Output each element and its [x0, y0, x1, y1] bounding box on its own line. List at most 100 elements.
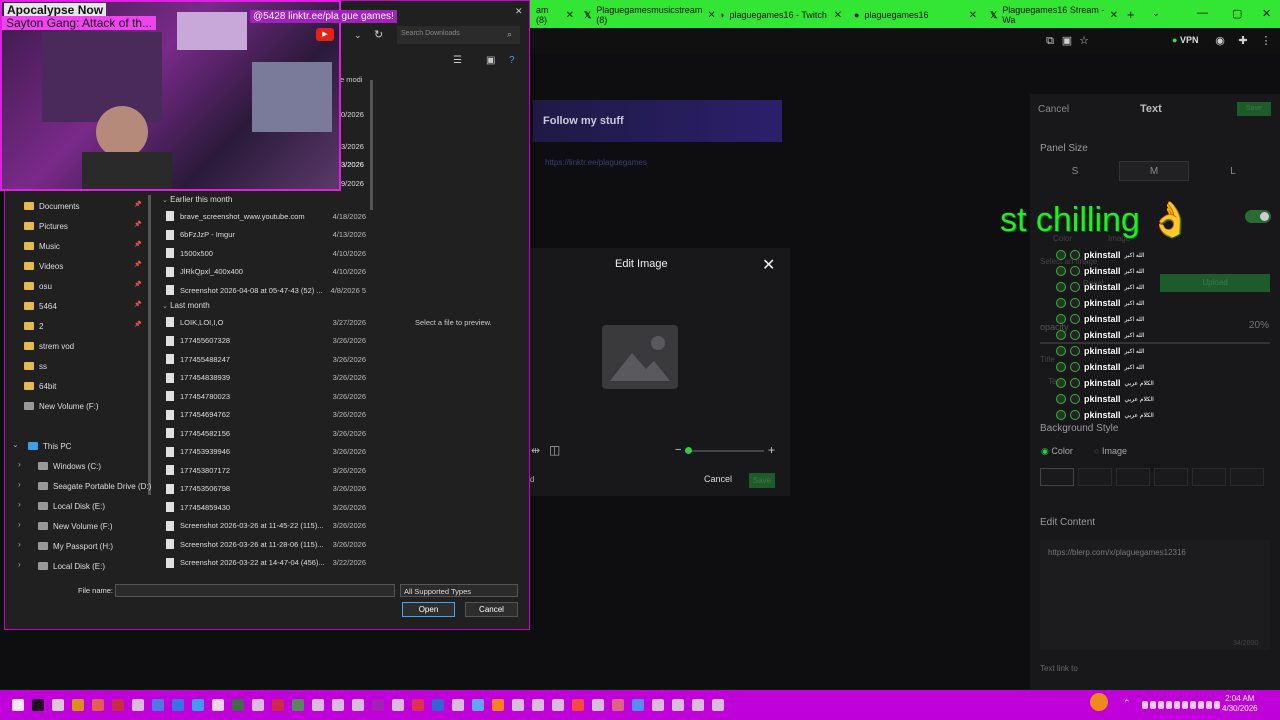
app-icon[interactable]	[692, 699, 704, 711]
file-row[interactable]: Screenshot 2026-03-22 at 14-47-04 (456).…	[166, 555, 366, 571]
size-s-button[interactable]: S	[1040, 161, 1110, 181]
file-type-select[interactable]: All Supported Types	[400, 584, 518, 597]
cancel-button[interactable]: Cancel	[465, 602, 518, 617]
steam-icon[interactable]	[252, 699, 264, 711]
nav-item[interactable]: Local Disk (E:)	[38, 558, 105, 574]
app-icon[interactable]	[352, 699, 364, 711]
dropdown-chevron-icon[interactable]: ⌄	[354, 30, 362, 41]
close-icon[interactable]: ✕	[969, 10, 977, 21]
color-swatch-selected[interactable]	[1040, 468, 1074, 486]
bg-image-radio[interactable]: ○ Image	[1094, 446, 1127, 456]
spotify-icon[interactable]	[232, 699, 244, 711]
dialog-close-button[interactable]: ✕	[762, 255, 775, 275]
bookmark-star-icon[interactable]: ☆	[1077, 34, 1091, 48]
file-row[interactable]: 177454694762 3/26/2026	[166, 407, 366, 423]
file-row[interactable]: 177455607328 3/26/2026	[166, 333, 366, 349]
battery-icon[interactable]	[1214, 701, 1220, 709]
dialog-cancel-button[interactable]: Cancel	[704, 474, 738, 488]
wifi-icon[interactable]	[1198, 701, 1204, 709]
minimize-icon[interactable]: —	[1197, 7, 1208, 19]
maximize-icon[interactable]: ▢	[1232, 7, 1242, 20]
browser-tab-1[interactable]: am (8) ✕	[530, 4, 580, 26]
zoom-slider-knob[interactable]	[685, 447, 692, 454]
file-row[interactable]: 177453807172 3/26/2026	[166, 462, 366, 478]
preview-pane-icon[interactable]: ▣	[486, 55, 495, 66]
file-row[interactable]: 177454780023 3/26/2026	[166, 388, 366, 404]
speaker-icon[interactable]	[1206, 701, 1212, 709]
new-tab-button[interactable]: +	[1127, 7, 1135, 22]
nav-item[interactable]: Local Disk (E:)	[38, 498, 105, 514]
profile-icon[interactable]: ◉	[1213, 34, 1227, 48]
nav-item[interactable]: Pictures	[24, 218, 68, 234]
file-row[interactable]: 177454838939 3/26/2026	[166, 370, 366, 386]
nav-item[interactable]: My Passport (H:)	[38, 538, 113, 554]
nav-item[interactable]: Seagate Portable Drive (D:)	[38, 478, 151, 494]
file-group-header[interactable]: ⌄ Earlier this month	[162, 195, 232, 204]
nav-item[interactable]: Documents	[24, 198, 79, 214]
taskbar-clock[interactable]: 2:04 AM 4/30/2026	[1222, 694, 1258, 714]
app-icon[interactable]	[592, 699, 604, 711]
close-window-icon[interactable]: ✕	[1262, 7, 1271, 20]
nav-item[interactable]: osu	[24, 278, 52, 294]
color-swatch[interactable]	[1230, 468, 1264, 486]
file-explorer-icon[interactable]	[72, 699, 84, 711]
bg-color-radio[interactable]: ◉ Color	[1041, 446, 1073, 457]
upload-button[interactable]: Upload	[1160, 274, 1270, 292]
app-icon[interactable]	[712, 699, 724, 711]
browser-tab-4[interactable]: ● plaguegames16 ✕	[848, 4, 983, 26]
app-icon[interactable]	[652, 699, 664, 711]
expand-chevron-icon[interactable]: ⌄	[12, 440, 19, 449]
nav-item[interactable]: 2	[24, 318, 43, 334]
weather-widget-icon[interactable]	[1090, 693, 1108, 711]
zoom-in-button[interactable]: +	[768, 443, 775, 457]
file-row[interactable]: 177454582156 3/26/2026	[166, 425, 366, 441]
browser-tab-5[interactable]: 𝕏 Plaguegames16 Stream - Wa ✕	[984, 4, 1124, 26]
expand-chevron-icon[interactable]: ›	[18, 540, 21, 549]
view-options-icon[interactable]: ☰	[453, 55, 462, 66]
brave-icon[interactable]	[92, 699, 104, 711]
file-name-input[interactable]	[115, 584, 395, 597]
opera-icon[interactable]	[112, 699, 124, 711]
open-button[interactable]: Open	[402, 602, 455, 617]
app-icon[interactable]	[552, 699, 564, 711]
close-icon[interactable]: ✕	[566, 10, 574, 21]
flip-vertical-icon[interactable]: ◫	[549, 443, 560, 457]
nav-scrollbar[interactable]	[148, 195, 151, 495]
app-icon[interactable]	[1182, 701, 1188, 709]
file-row[interactable]: LOIK,LOI,I,O 3/27/2026	[166, 314, 366, 330]
music-icon[interactable]	[412, 699, 424, 711]
follow-link[interactable]: https://linktr.ee/plaguegames	[545, 158, 647, 167]
chrome-icon[interactable]	[192, 699, 204, 711]
zoom-slider-track[interactable]	[688, 450, 764, 452]
close-icon[interactable]: ✕	[1110, 10, 1118, 21]
onedrive-icon[interactable]	[1166, 701, 1172, 709]
color-swatch[interactable]	[1116, 468, 1150, 486]
nav-item[interactable]: Windows (C:)	[38, 458, 101, 474]
expand-chevron-icon[interactable]: ›	[18, 460, 21, 469]
file-row[interactable]: 1500x500 4/10/2026	[166, 245, 366, 261]
edit-content-textarea[interactable]: https://blerp.com/x/plaguegames12316	[1040, 540, 1270, 650]
nav-item[interactable]: 5464	[24, 298, 57, 314]
wallet-icon[interactable]: ▣	[1060, 34, 1074, 48]
file-row[interactable]: 177455488247 3/26/2026	[166, 351, 366, 367]
app-icon[interactable]	[632, 699, 644, 711]
file-row[interactable]: Screenshot 2026-03-26 at 11-28-06 (115).…	[166, 536, 366, 552]
volume-icon[interactable]	[1158, 701, 1164, 709]
expand-chevron-icon[interactable]: ›	[18, 520, 21, 529]
file-row[interactable]: 177454859430 3/26/2026	[166, 499, 366, 515]
size-l-button[interactable]: L	[1198, 161, 1268, 181]
panel-save-button[interactable]: Save	[1237, 102, 1271, 116]
app-icon[interactable]	[392, 699, 404, 711]
network-icon[interactable]	[1150, 701, 1156, 709]
file-group-header[interactable]: ⌄ Last month	[162, 301, 210, 310]
discord-icon[interactable]	[212, 699, 224, 711]
show-hidden-icons[interactable]: ⌃	[1123, 698, 1131, 709]
app-icon[interactable]	[1190, 701, 1196, 709]
nav-item[interactable]: strem vod	[24, 338, 74, 354]
nav-item[interactable]: Videos	[24, 258, 63, 274]
color-swatch[interactable]	[1078, 468, 1112, 486]
extensions-icon[interactable]: ✚	[1236, 34, 1250, 48]
app-icon[interactable]	[1174, 701, 1180, 709]
app-icon[interactable]	[492, 699, 504, 711]
app-icon[interactable]	[672, 699, 684, 711]
